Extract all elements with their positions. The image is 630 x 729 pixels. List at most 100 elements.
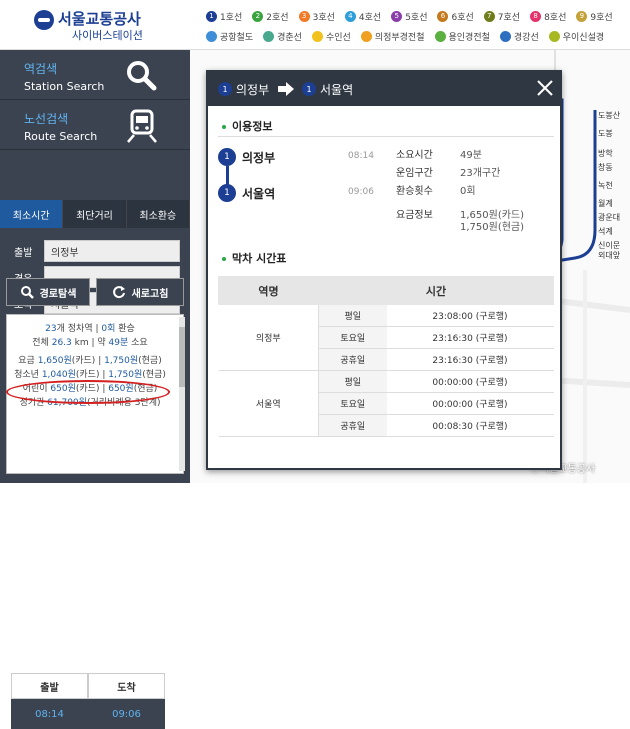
line-label: 경강선 <box>513 32 539 43</box>
tab-shortest-distance[interactable]: 최단거리 <box>63 200 127 228</box>
start-station-time: 08:14 <box>348 151 374 161</box>
search-icon <box>20 286 34 299</box>
map-station-label[interactable]: 도봉산 <box>598 110 620 121</box>
line-selector-b-0[interactable]: 공항철도 <box>206 28 253 44</box>
line-selector-a-7[interactable]: 8 8호선 <box>530 8 566 24</box>
table-row: 서울역 평일 00:00:00 (구로행) <box>218 370 554 437</box>
distance-prefix: 전체 <box>32 338 49 348</box>
line-selector-b-4[interactable]: 용인경전철 <box>434 28 490 44</box>
duration-value: 49분 <box>108 338 129 348</box>
line-label: 8호선 <box>544 12 567 23</box>
duration-val: 49분 <box>460 150 482 161</box>
youth-cash-unit: (현금) <box>142 370 166 380</box>
line-badge-icon: 8 <box>530 10 542 22</box>
last-train-timetable: 역명 시간 의정부 평일 23:08:00 (구로행) 토요일 23:16:30 (구로… <box>218 276 554 437</box>
timetable-time-cell: 00:00:00 (구로행) <box>386 392 554 415</box>
distance-unit: km <box>74 338 89 348</box>
youth-card: 1,040원 <box>41 370 76 380</box>
map-station-label[interactable]: 월계 <box>598 198 613 209</box>
timetable-time-cell: 00:00:00 (구로행) <box>386 370 554 393</box>
transfer-info: 환승횟수 0회 <box>396 182 476 197</box>
route-search-menu[interactable]: 노선검색 Route Search <box>0 100 190 150</box>
line-selector-a-6[interactable]: 7 7호선 <box>483 8 520 24</box>
route-form: 출발 경유 도착 <box>0 228 190 323</box>
end-station-time: 09:06 <box>348 187 374 197</box>
line-badge-icon <box>263 30 275 42</box>
end-line-badge: 1 <box>218 184 236 202</box>
departure-time-header: 출발 <box>11 673 88 699</box>
line-selector-a-0[interactable]: 1 1호선 <box>206 8 242 24</box>
line-badge-icon <box>206 30 217 42</box>
line-selector-a-5[interactable]: 6 6호선 <box>437 8 474 24</box>
fare-key: 요금정보 <box>396 210 433 221</box>
info-section-label: 이용정보 <box>232 120 273 133</box>
route-search-button[interactable]: 경로탐색 <box>6 278 90 306</box>
modal-header: 1 의정부 1 서울역 <box>208 72 560 106</box>
section-key: 운임구간 <box>396 168 433 179</box>
departure-input[interactable] <box>44 240 180 262</box>
distance-summary: 전체 26.3 km | 약 49분 소요 <box>32 338 148 348</box>
stops-summary: 23개 정차역 | 0회 환승 <box>45 324 135 334</box>
tab-min-transfer[interactable]: 최소환승 <box>126 200 190 228</box>
station-search-menu[interactable]: 역검색 Station Search <box>0 50 190 100</box>
line-selector-a-4[interactable]: 5 5호선 <box>391 8 427 24</box>
map-station-label[interactable]: 도봉 <box>598 128 613 139</box>
line-label: 4호선 <box>358 12 382 23</box>
line-label: 수인선 <box>325 32 351 43</box>
line-label: 용인경전철 <box>448 32 490 43</box>
duration-unit: 소요 <box>131 338 148 348</box>
map-station-label[interactable]: 석계 <box>598 226 613 237</box>
route-search-button-label: 경로탐색 <box>39 288 77 300</box>
scrollbar-thumb[interactable] <box>179 327 185 387</box>
fare-label: 요금 <box>18 356 35 366</box>
line-selector-row-2: 공항철도 경춘선 수인선 의정부경전철 용인경전철 경강선 우이신설경 <box>206 28 614 44</box>
line-badge-icon: 5 <box>391 10 403 22</box>
transfer-val: 0회 <box>460 186 476 197</box>
close-icon[interactable] <box>534 77 556 99</box>
line-selector-a-1[interactable]: 2 2호선 <box>252 8 289 24</box>
start-station-name: 의정부 <box>242 151 276 165</box>
from-line-badge: 1 <box>218 82 232 96</box>
fare-card-unit: (카드) <box>71 356 96 366</box>
line-selector-a-2[interactable]: 3 3호선 <box>298 8 335 24</box>
duration-info: 소요시간 49분 <box>396 146 482 161</box>
timetable-time-cell: 23:08:00 (구로행) <box>386 304 554 327</box>
map-station-label[interactable]: 녹천 <box>598 180 613 191</box>
line-selector-b-5[interactable]: 경강선 <box>499 28 539 44</box>
timetable-time-cell: 23:16:30 (구로행) <box>386 326 554 349</box>
line-selector-a-8[interactable]: 9 9호선 <box>576 8 613 24</box>
map-station-label[interactable]: 외대앞 <box>598 250 620 261</box>
line-label: 5호선 <box>405 12 428 23</box>
end-station-name: 서울역 <box>242 187 276 201</box>
line-selector-b-6[interactable]: 우이신설경 <box>548 28 604 44</box>
tab-min-time[interactable]: 최소시간 <box>0 200 64 228</box>
map-station-label[interactable]: 창동 <box>598 162 613 173</box>
distance-value: 26.3 <box>51 338 72 348</box>
pass-highlight-circle <box>6 380 170 404</box>
refresh-button[interactable]: 새로고침 <box>96 278 184 306</box>
line-selector-a-3[interactable]: 4 4호선 <box>344 8 382 24</box>
line-selector-row-1: 1 1호선 2 2호선 3 3호선 4 4호선 5 5호선 6 6호선 7 7호선 8 8호선 9 9호선 <box>206 8 623 24</box>
timetable-section-title: 막차 시간표 <box>222 250 286 266</box>
transfer-unit: 환승 <box>118 324 135 334</box>
info-divider <box>218 136 554 137</box>
map-station-label[interactable]: 방학 <box>598 148 613 159</box>
logo[interactable]: 서울교통공사 사이버스테이션 <box>34 8 194 44</box>
refresh-button-label: 새로고침 <box>131 288 169 300</box>
timetable-section-label: 막차 시간표 <box>232 252 287 265</box>
start-line-badge: 1 <box>218 148 236 166</box>
timetable-body: 의정부 평일 23:08:00 (구로행) 토요일 23:16:30 (구로행) 공휴일 2… <box>218 304 554 437</box>
result-scrollbar[interactable] <box>179 317 185 471</box>
line-badge-icon <box>548 30 560 42</box>
map-station-label[interactable]: 광운대 <box>598 212 620 223</box>
arrow-right-icon <box>278 82 294 96</box>
line-selector-b-1[interactable]: 경춘선 <box>263 28 302 44</box>
logo-title: 서울교통공사 <box>58 10 141 28</box>
train-icon <box>127 109 157 143</box>
line-selector-b-2[interactable]: 수인선 <box>311 28 351 44</box>
arrival-time: 09:06 <box>112 708 141 720</box>
top-header: 서울교통공사 사이버스테이션 1 1호선 2 2호선 3 3호선 4 4호선 5 5호선 6 6호선 7… <box>0 0 630 50</box>
line-badge-icon: 4 <box>344 10 356 22</box>
line-selector-b-3[interactable]: 의정부경전철 <box>360 28 425 44</box>
line-label: 2호선 <box>266 12 289 23</box>
